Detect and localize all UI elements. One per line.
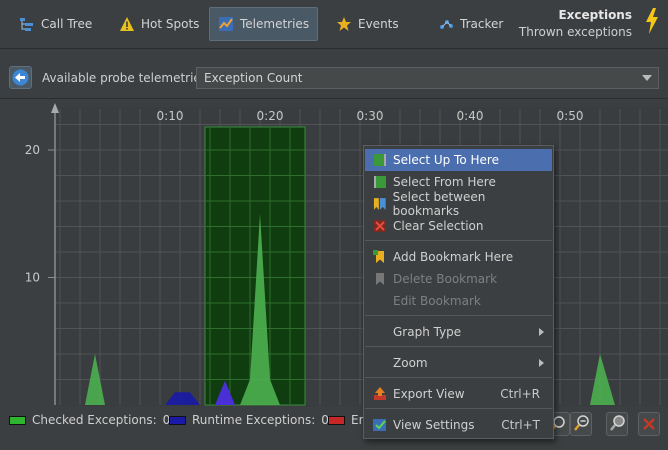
tab-telemetries[interactable]: Telemetries <box>209 7 319 41</box>
plot-background <box>55 107 668 407</box>
tab-hot-spots[interactable]: Hot Spots <box>110 7 208 41</box>
chevron-right-icon <box>539 328 544 336</box>
menu-item-view-settings[interactable]: View Settings Ctrl+T <box>365 414 552 436</box>
x-tick-label: 0:10 <box>157 109 184 123</box>
menu-item-zoom[interactable]: Zoom <box>365 352 552 374</box>
menu-item-label: Add Bookmark Here <box>393 250 514 264</box>
back-button[interactable] <box>9 66 32 89</box>
x-tick-label: 0:50 <box>557 109 584 123</box>
probe-label: Available probe telemetries: <box>42 71 212 85</box>
view-settings-icon <box>373 419 386 431</box>
menu-item-label: Graph Type <box>393 325 462 339</box>
legend-swatch <box>328 415 345 425</box>
add-bookmark-icon <box>373 250 384 263</box>
tab-label: Hot Spots <box>141 17 200 31</box>
view-subtitle: Thrown exceptions <box>518 25 632 39</box>
x-tick-label: 0:30 <box>357 109 384 123</box>
magnifier-icon <box>610 415 625 431</box>
menu-item-add-bookmark[interactable]: Add Bookmark Here <box>365 246 552 268</box>
star-icon <box>337 17 351 31</box>
menu-item-label: View Settings <box>393 418 475 432</box>
clear-icon <box>374 220 386 232</box>
menu-item-shortcut: Ctrl+R <box>500 387 540 401</box>
y-tick-label: 10 <box>25 271 40 285</box>
telemetries-icon <box>219 17 233 31</box>
menu-separator <box>365 346 552 347</box>
menu-separator <box>365 377 552 378</box>
lightning-icon <box>646 8 658 34</box>
tab-call-tree[interactable]: Call Tree <box>10 7 101 41</box>
legend-swatch <box>169 415 186 425</box>
bookmarks-icon <box>373 198 386 210</box>
chevron-right-icon <box>539 359 544 367</box>
telemetry-chart[interactable]: 20 10 0:10 0:20 0:30 0:40 0:50 <box>0 98 668 407</box>
tab-events[interactable]: Events <box>327 7 408 41</box>
legend-swatch <box>9 415 26 425</box>
legend-item-checked: Checked Exceptions: 0 <box>9 413 170 427</box>
menu-item-label: Delete Bookmark <box>393 272 498 286</box>
legend-item-runtime: Runtime Exceptions: 0 <box>169 413 329 427</box>
menu-item-label: Edit Bookmark <box>393 294 481 308</box>
select-up-to-icon <box>374 154 386 166</box>
tab-tracker[interactable]: Tracker <box>429 7 512 41</box>
probe-selector-row: Available probe telemetries: Exception C… <box>0 60 668 98</box>
tab-label: Tracker <box>460 17 504 31</box>
probe-selected-value: Exception Count <box>204 71 303 85</box>
legend-label: Runtime Exceptions: <box>192 413 316 427</box>
warning-icon <box>120 17 134 31</box>
export-icon <box>374 387 386 400</box>
zoom-out-button[interactable] <box>570 412 592 436</box>
menu-item-shortcut: Ctrl+T <box>501 418 540 432</box>
legend-label: Checked Exceptions: <box>32 413 157 427</box>
chart-context-menu: Select Up To Here Select From Here Selec… <box>363 145 554 439</box>
chevron-down-icon <box>642 75 652 81</box>
view-toolbar: Call Tree Hot Spots Telemetries Events T… <box>0 0 668 49</box>
menu-item-label: Export View <box>393 387 465 401</box>
x-tick-label: 0:40 <box>457 109 484 123</box>
tracker-icon <box>440 20 453 29</box>
y-tick-label: 20 <box>25 143 40 157</box>
menu-item-select-up-to-here[interactable]: Select Up To Here <box>365 149 552 171</box>
menu-item-clear-selection[interactable]: Clear Selection <box>365 215 552 237</box>
view-title: Exceptions <box>558 8 632 22</box>
chart-canvas[interactable]: 20 10 0:10 0:20 0:30 0:40 0:50 <box>0 99 668 407</box>
legend-item-errors: Er <box>328 413 364 427</box>
menu-item-select-between-bookmarks[interactable]: Select between bookmarks <box>365 190 552 218</box>
call-tree-icon <box>20 18 33 31</box>
view-header: Exceptions Thrown exceptions <box>519 8 632 39</box>
close-icon <box>643 418 655 430</box>
close-view-button[interactable] <box>638 412 660 436</box>
legend-label: Er <box>351 413 364 427</box>
menu-item-label: Clear Selection <box>393 219 484 233</box>
tab-label: Events <box>358 17 399 31</box>
menu-item-label: Select Up To Here <box>393 153 499 167</box>
menu-item-label: Zoom <box>393 356 428 370</box>
delete-bookmark-icon <box>376 273 384 285</box>
menu-item-label: Select between bookmarks <box>392 190 486 218</box>
tab-label: Telemetries <box>240 17 310 31</box>
menu-item-edit-bookmark: Edit Bookmark <box>365 290 552 312</box>
zoom-out-icon <box>574 415 589 431</box>
menu-separator <box>365 408 552 409</box>
x-tick-label: 0:20 <box>257 109 284 123</box>
menu-separator <box>365 315 552 316</box>
menu-separator <box>365 240 552 241</box>
menu-item-graph-type[interactable]: Graph Type <box>365 321 552 343</box>
menu-item-delete-bookmark: Delete Bookmark <box>365 268 552 290</box>
tab-label: Call Tree <box>41 17 93 31</box>
menu-item-label: Select From Here <box>393 175 496 189</box>
menu-item-export-view[interactable]: Export View Ctrl+R <box>365 383 552 405</box>
arrow-left-icon <box>12 69 29 86</box>
probe-dropdown[interactable]: Exception Count <box>196 67 659 89</box>
fit-zoom-button[interactable] <box>606 412 628 436</box>
select-from-icon <box>374 176 386 188</box>
